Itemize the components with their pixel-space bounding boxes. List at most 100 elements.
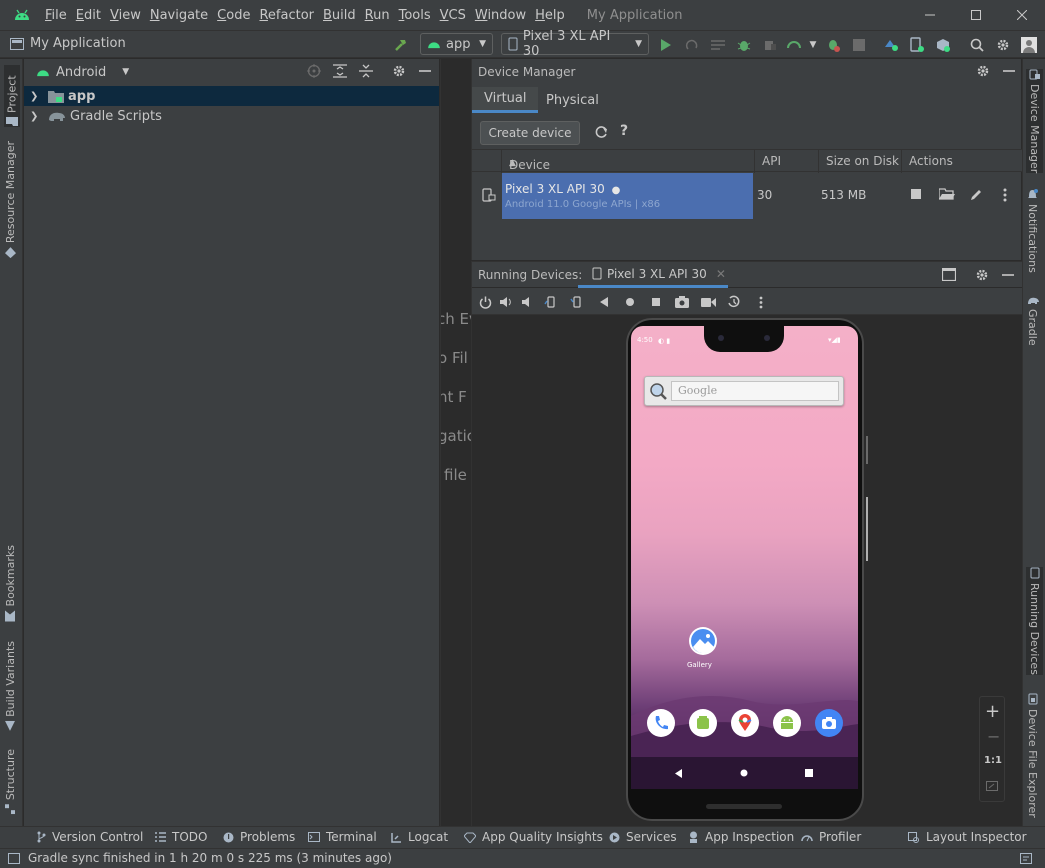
rotate-right-icon[interactable]	[569, 294, 585, 310]
create-device-button[interactable]: Create device	[480, 121, 580, 145]
running-device-tab[interactable]: Pixel 3 XL API 30 ✕	[578, 262, 728, 288]
expand-all-icon[interactable]	[333, 64, 347, 78]
search-icon[interactable]	[968, 36, 986, 54]
menu-view[interactable]: View	[109, 8, 149, 23]
app-inspection-tab[interactable]: App Inspection	[688, 830, 794, 844]
profile-icon[interactable]	[785, 36, 803, 54]
column-header-api[interactable]: API	[762, 154, 781, 168]
phone-search-input[interactable]: Google	[671, 381, 839, 401]
tree-node-gradle-scripts[interactable]: ❯ Gradle Scripts	[24, 106, 439, 126]
menu-navigate[interactable]: Navigate	[149, 8, 216, 23]
apply-code-changes-icon[interactable]	[709, 36, 727, 54]
home-circle-icon[interactable]	[622, 294, 638, 310]
run-icon[interactable]	[657, 36, 675, 54]
menu-file[interactable]: File	[44, 8, 75, 23]
open-folder-icon[interactable]	[939, 188, 955, 200]
zoom-in-icon[interactable]: +	[985, 701, 1000, 722]
power-icon[interactable]	[477, 294, 493, 310]
phone-search-widget[interactable]: Google	[644, 376, 844, 406]
menu-build[interactable]: Build	[322, 8, 364, 23]
window-layout-icon[interactable]	[942, 268, 956, 281]
logcat-tab[interactable]: Logcat	[391, 830, 448, 844]
project-breadcrumb[interactable]: My Application	[10, 36, 126, 51]
structure-tool-tab[interactable]: Structure	[4, 749, 17, 815]
settings-gear-icon[interactable]	[994, 36, 1012, 54]
rotate-left-icon[interactable]	[543, 294, 559, 310]
device-cell-selected[interactable]: Pixel 3 XL API 30 ● Android 11.0 Google …	[502, 173, 753, 219]
back-triangle-icon[interactable]	[596, 294, 612, 310]
volume-up-icon[interactable]	[499, 294, 515, 310]
running-devices-tool-tab[interactable]: Running Devices	[1026, 567, 1043, 675]
notifications-tool-tab[interactable]: Notifications	[1026, 189, 1039, 273]
build-hammer-icon[interactable]	[392, 36, 410, 54]
phone-home-icon[interactable]	[740, 769, 748, 777]
tab-physical[interactable]: Physical	[534, 87, 611, 113]
device-file-explorer-tool-tab[interactable]: Device File Explorer	[1026, 693, 1039, 818]
stop-icon[interactable]	[850, 36, 868, 54]
hide-panel-icon[interactable]	[1001, 268, 1015, 282]
version-control-tab[interactable]: Version Control	[36, 830, 143, 844]
menu-code[interactable]: Code	[216, 8, 258, 23]
hide-panel-icon[interactable]	[418, 64, 432, 78]
menu-refactor[interactable]: Refactor	[258, 8, 322, 23]
more-options-icon[interactable]	[1003, 188, 1007, 202]
debug-attach-icon[interactable]	[824, 36, 842, 54]
tab-virtual[interactable]: Virtual	[472, 87, 539, 113]
zoom-actual-size[interactable]: 1:1	[984, 755, 1002, 766]
snapshot-restore-icon[interactable]	[726, 294, 742, 310]
zoom-out-icon[interactable]: −	[987, 727, 1000, 746]
debug-bug-icon[interactable]	[735, 36, 753, 54]
apply-changes-icon[interactable]	[683, 36, 701, 54]
sdk-manager-icon[interactable]	[934, 36, 952, 54]
overview-square-icon[interactable]	[648, 294, 664, 310]
column-header-size[interactable]: Size on Disk	[826, 154, 899, 168]
maximize-button[interactable]	[953, 0, 999, 30]
locate-target-icon[interactable]	[307, 64, 321, 78]
messages-app-icon[interactable]	[689, 709, 717, 737]
status-message[interactable]: Gradle sync finished in 1 h 20 m 0 s 225…	[28, 851, 392, 865]
edit-pencil-icon[interactable]	[969, 188, 983, 202]
profiler-tab[interactable]: Profiler	[801, 830, 861, 844]
menu-edit[interactable]: Edit	[75, 8, 109, 23]
zoom-fit-icon[interactable]	[986, 781, 998, 791]
settings-gear-icon[interactable]	[975, 268, 989, 282]
event-log-icon[interactable]	[1020, 853, 1032, 864]
volume-down-icon[interactable]	[520, 294, 536, 310]
screen-record-icon[interactable]	[700, 294, 716, 310]
camera-app-icon[interactable]	[815, 709, 843, 737]
settings-gear-icon[interactable]	[392, 64, 406, 78]
gradle-tool-tab[interactable]: Gradle	[1026, 295, 1039, 346]
tree-node-app[interactable]: ❯ app	[24, 86, 439, 106]
build-variants-tool-tab[interactable]: Build Variants	[4, 641, 17, 731]
help-icon[interactable]: ?	[620, 123, 628, 139]
menu-run[interactable]: Run	[364, 8, 398, 23]
profile-chevron-icon[interactable]: ▼	[804, 36, 822, 54]
gallery-app-icon[interactable]	[689, 627, 717, 655]
phone-dialer-icon[interactable]	[647, 709, 675, 737]
device-row[interactable]: Pixel 3 XL API 30 ● Android 11.0 Google …	[472, 172, 1022, 220]
menu-tools[interactable]: Tools	[398, 8, 439, 23]
more-options-icon[interactable]	[753, 294, 769, 310]
refresh-icon[interactable]	[594, 125, 608, 139]
app-quality-insights-tab[interactable]: App Quality Insights	[464, 830, 603, 844]
todo-tab[interactable]: TODO	[155, 830, 207, 844]
phone-back-icon[interactable]	[675, 769, 683, 778]
collapse-all-icon[interactable]	[359, 64, 373, 78]
menu-vcs[interactable]: VCS	[439, 8, 474, 23]
device-select[interactable]: Pixel 3 XL API 30 ▼	[501, 29, 649, 59]
settings-gear-icon[interactable]	[976, 64, 990, 78]
minimize-button[interactable]	[907, 0, 953, 30]
stop-device-icon[interactable]	[910, 188, 922, 200]
screenshot-camera-icon[interactable]	[674, 294, 690, 310]
layout-inspector-tab[interactable]: Layout Inspector	[908, 830, 1027, 844]
services-tab[interactable]: Services	[609, 830, 677, 844]
phone-overview-icon[interactable]	[805, 769, 813, 777]
run-configuration-select[interactable]: app ▼	[420, 33, 493, 55]
device-manager-tool-tab[interactable]: Device Manager	[1026, 69, 1043, 174]
android-app-icon[interactable]	[773, 709, 801, 737]
close-tab-icon[interactable]: ✕	[716, 267, 726, 281]
project-view-selector[interactable]: Android ▼	[24, 59, 439, 85]
menu-help[interactable]: Help	[534, 8, 573, 23]
bookmarks-tool-tab[interactable]: Bookmarks	[4, 545, 17, 622]
menu-window[interactable]: Window	[474, 8, 534, 23]
